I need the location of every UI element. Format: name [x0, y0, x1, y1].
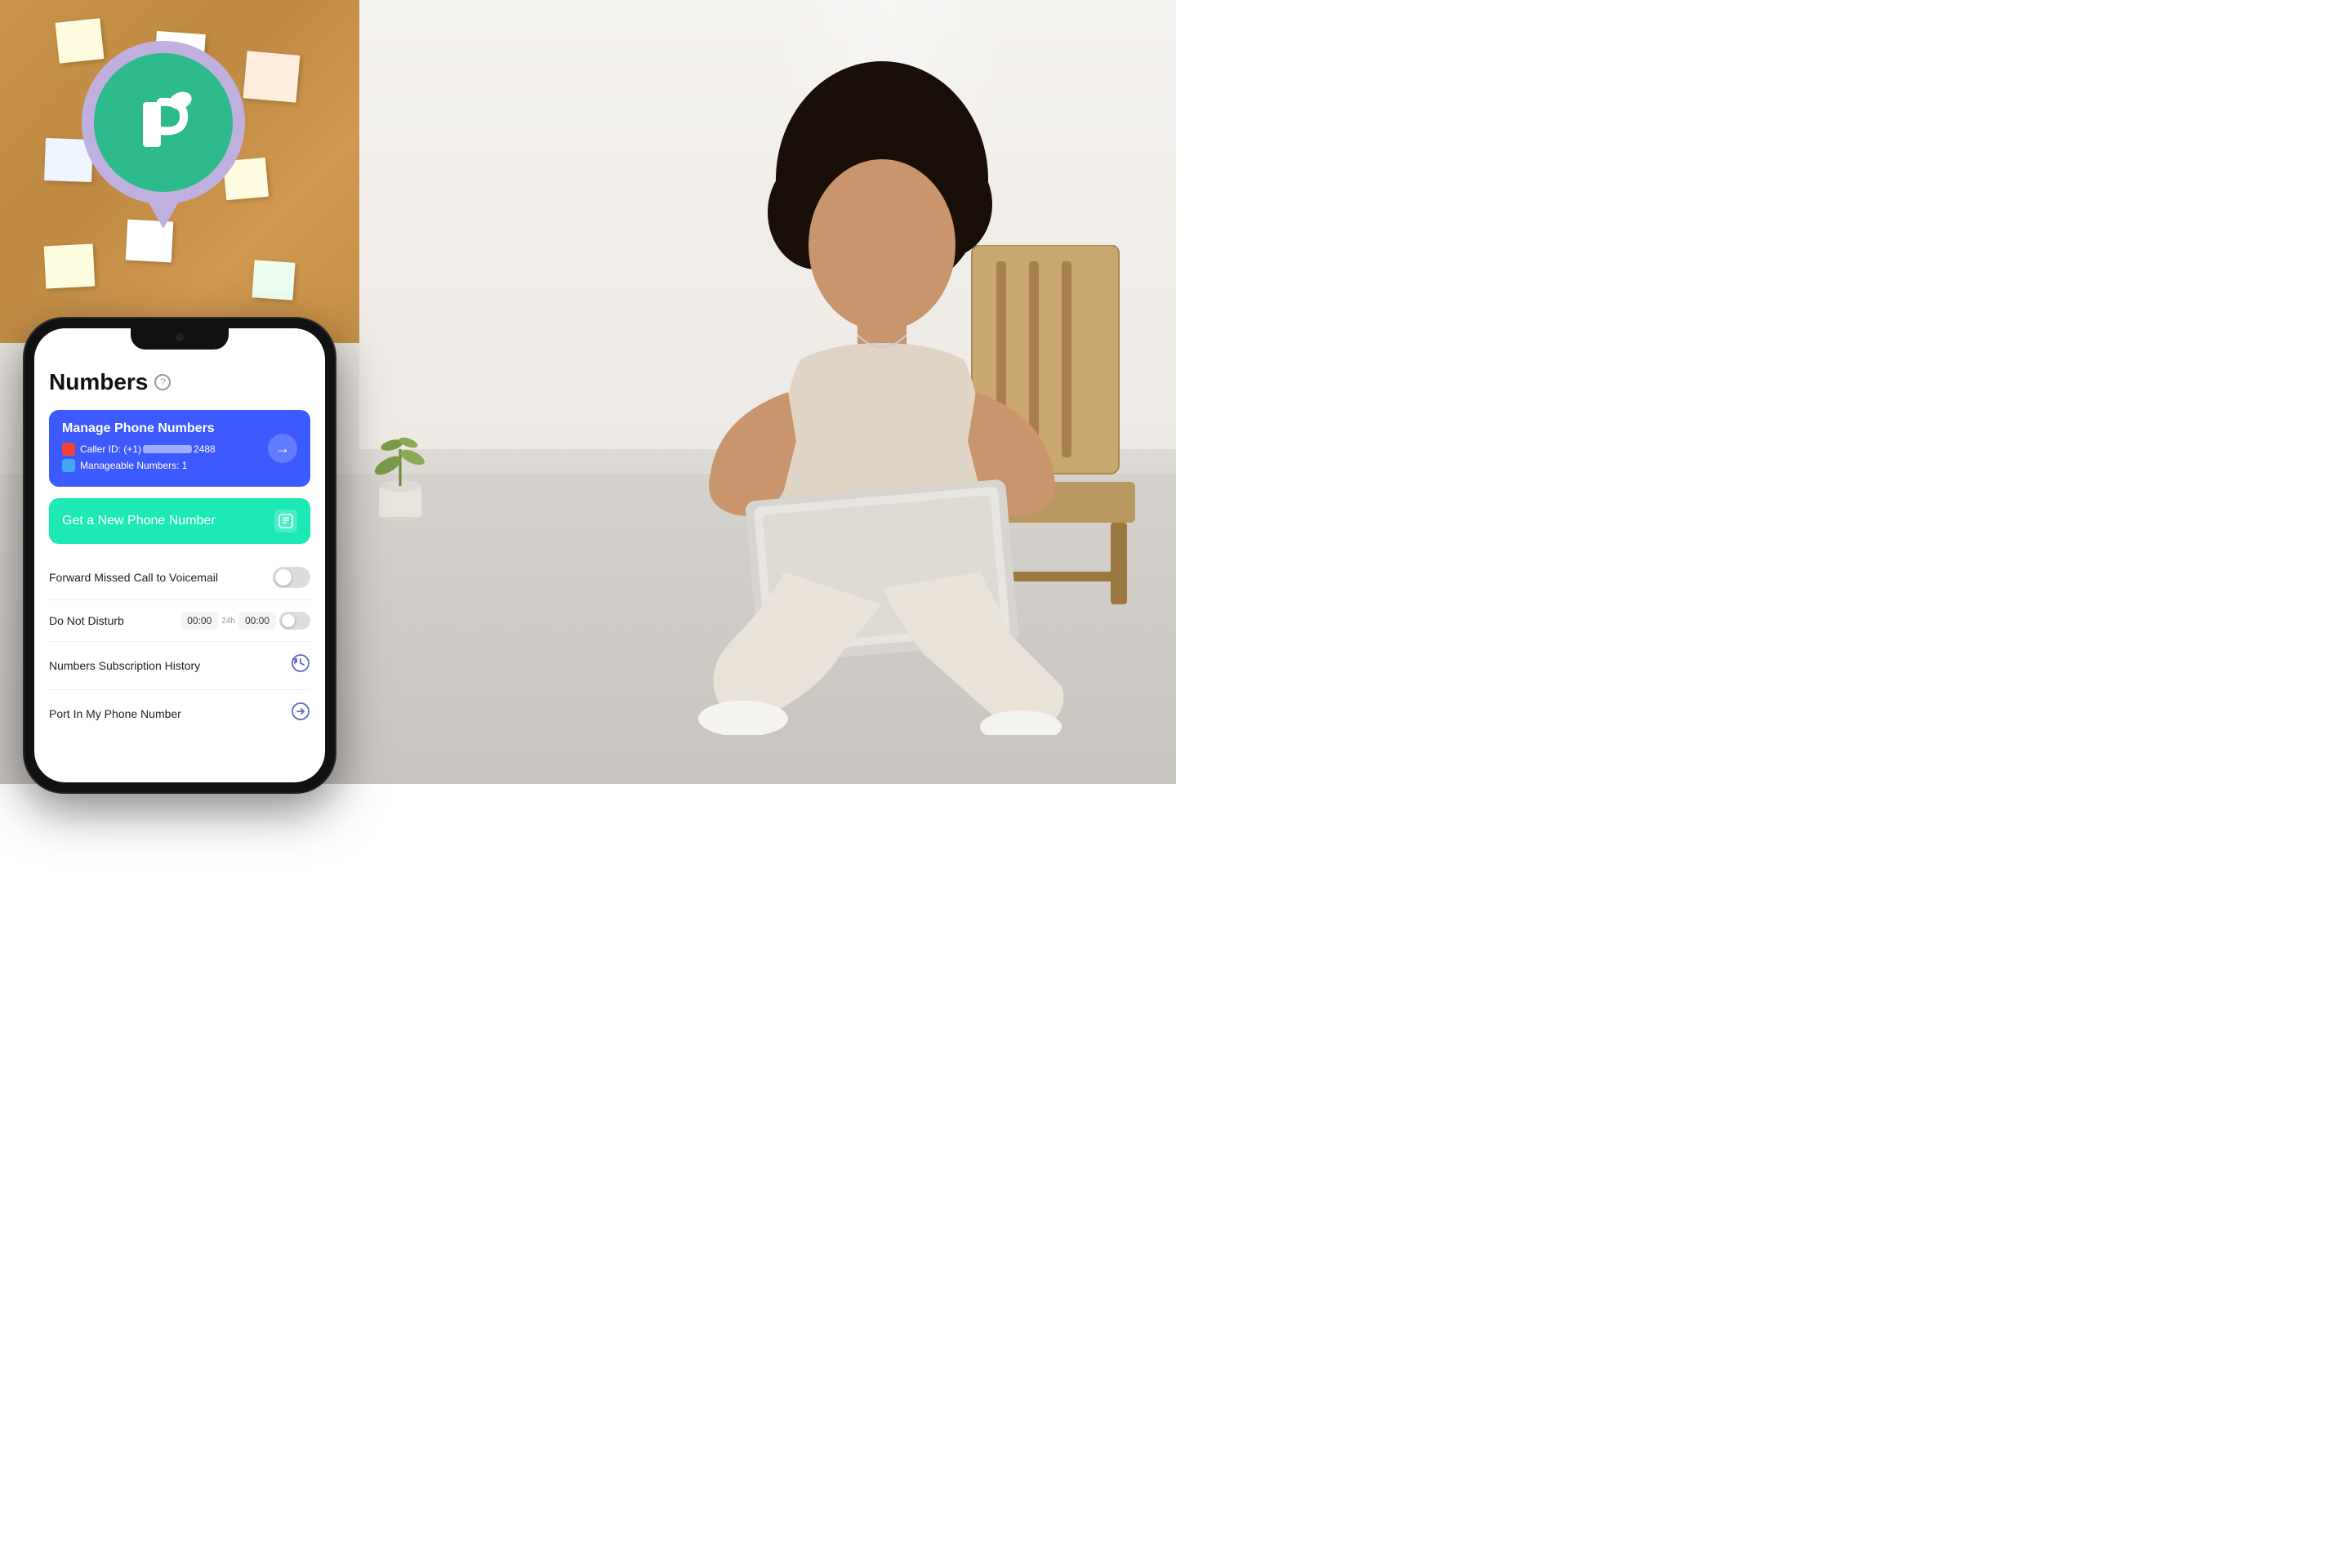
sticky-note-4: [243, 51, 301, 102]
get-new-phone-number-button[interactable]: Get a New Phone Number: [49, 498, 310, 544]
title-row: Numbers ?: [49, 369, 310, 395]
port-in-number-row[interactable]: Port In My Phone Number: [49, 690, 310, 737]
caller-id-redacted: [143, 445, 192, 453]
caller-id-label: Caller ID: (+1): [80, 443, 141, 455]
phone-notch: [131, 328, 229, 350]
dnd-toggle[interactable]: [279, 612, 310, 630]
subscription-history-row[interactable]: Numbers Subscription History: [49, 642, 310, 690]
toggle-knob: [275, 569, 292, 586]
forward-missed-label: Forward Missed Call to Voicemail: [49, 571, 218, 584]
subscription-history-label: Numbers Subscription History: [49, 659, 200, 672]
manageable-icon: [62, 459, 75, 472]
caller-id-icon: [62, 443, 75, 456]
phone-screen: Numbers ? Manage Phone Numbers Caller ID…: [34, 328, 325, 782]
forward-missed-toggle[interactable]: [273, 567, 310, 588]
dnd-toggle-knob: [282, 614, 295, 627]
dnd-time-to[interactable]: 00:00: [238, 612, 276, 630]
person: [653, 49, 1111, 735]
dnd-label: Do Not Disturb: [49, 614, 124, 627]
pin-circle-inner: [94, 53, 233, 192]
new-number-label: Get a New Phone Number: [62, 514, 216, 528]
screen-title: Numbers: [49, 369, 148, 395]
dnd-time-from[interactable]: 00:00: [180, 612, 218, 630]
port-in-icon: [291, 702, 310, 726]
plant: [368, 425, 433, 531]
subscription-history-icon: [291, 653, 310, 678]
do-not-disturb-row[interactable]: Do Not Disturb 00:00 24h 00:00: [49, 600, 310, 642]
new-number-icon: [274, 510, 297, 532]
caller-id-row: Caller ID: (+1) 2488: [62, 443, 268, 456]
manage-phone-numbers-card[interactable]: Manage Phone Numbers Caller ID: (+1) 248…: [49, 410, 310, 487]
dnd-time-separator: 24h: [221, 617, 235, 626]
manageable-numbers-row: Manageable Numbers: 1: [62, 459, 268, 472]
screen-content: Numbers ? Manage Phone Numbers Caller ID…: [34, 328, 325, 782]
phone-frame: Numbers ? Manage Phone Numbers Caller ID…: [24, 318, 335, 792]
help-icon[interactable]: ?: [154, 374, 171, 390]
manage-card-content: Manage Phone Numbers Caller ID: (+1) 248…: [62, 421, 268, 475]
sticky-note-8: [44, 243, 96, 288]
app-icon: [127, 86, 200, 159]
pin-shape: [82, 41, 245, 229]
manage-card-title: Manage Phone Numbers: [62, 421, 268, 436]
phone-mockup: Numbers ? Manage Phone Numbers Caller ID…: [24, 318, 335, 792]
forward-missed-call-row[interactable]: Forward Missed Call to Voicemail: [49, 555, 310, 600]
dnd-controls: 00:00 24h 00:00: [180, 612, 310, 630]
manageable-label: Manageable Numbers: 1: [80, 460, 187, 471]
phone-camera: [176, 333, 184, 341]
port-in-label: Port In My Phone Number: [49, 707, 181, 720]
manage-card-arrow[interactable]: →: [268, 434, 297, 463]
sticky-note-9: [252, 260, 295, 300]
caller-id-suffix: 2488: [194, 443, 216, 455]
